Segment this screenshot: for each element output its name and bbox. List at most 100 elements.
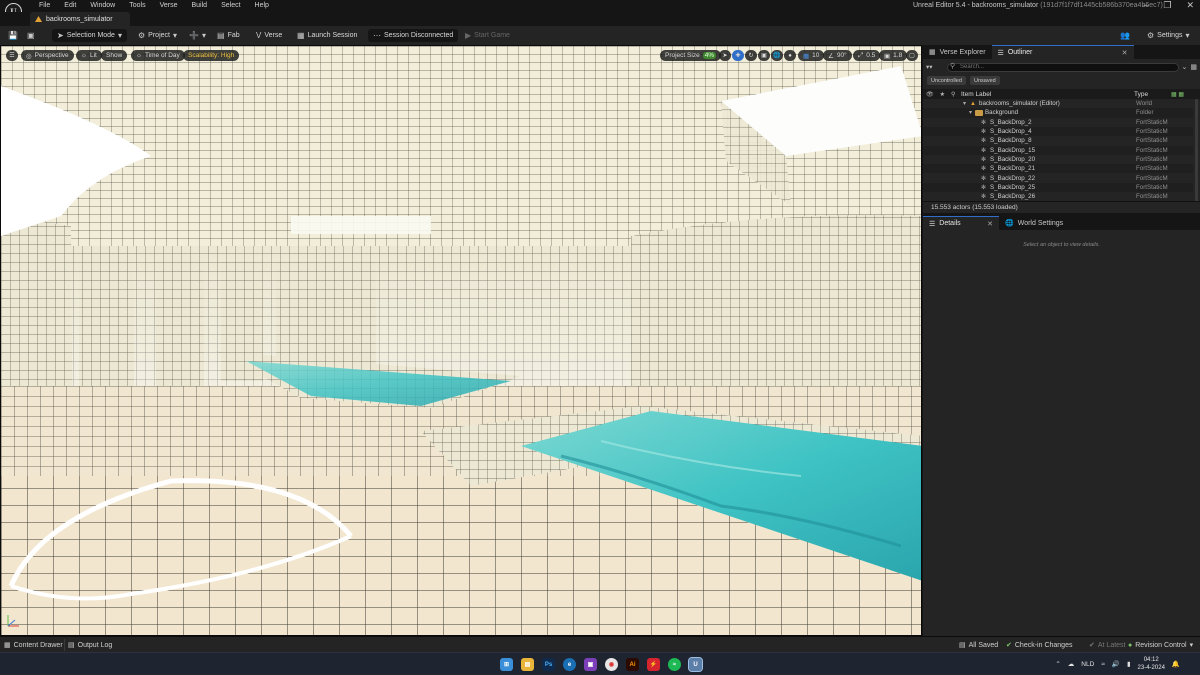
visibility-icon[interactable]: 👁 (926, 91, 934, 98)
menu-select[interactable]: Select (214, 1, 247, 11)
list-item[interactable]: ✻ S_BackDrop_22 FortStaticM (923, 173, 1193, 182)
list-item[interactable]: ✻ S_BackDrop_20 FortStaticM (923, 155, 1193, 164)
star-icon[interactable]: ★ (940, 91, 945, 98)
camera-speed-button[interactable]: ▣ 1.8 (879, 50, 908, 61)
volume-icon[interactable]: 🔊 (1112, 660, 1120, 668)
column-type[interactable]: Type (1134, 91, 1148, 98)
collaborators-button[interactable]: 👥 (1115, 29, 1135, 42)
scale-snap-button[interactable]: ⤢ 0.5 (853, 50, 881, 61)
expand-arrow-icon[interactable]: ▾ (963, 100, 966, 107)
close-icon[interactable]: ✕ (1186, 0, 1194, 11)
viewport-scene[interactable] (1, 46, 922, 636)
unreal-editor-icon[interactable]: U (688, 657, 703, 672)
select-mode-icon[interactable]: ➤ (719, 50, 731, 61)
menu-edit[interactable]: Edit (57, 1, 83, 11)
tab-outliner[interactable]: ☰ Outliner ✕ (991, 45, 1134, 59)
menu-tools[interactable]: Tools (122, 1, 152, 11)
minimize-icon[interactable]: – (1143, 0, 1148, 11)
session-status[interactable]: ⋯ Session Disconnected (368, 29, 458, 42)
translate-icon[interactable]: ✚ (732, 50, 744, 61)
app-icon[interactable]: ⚡ (647, 658, 660, 671)
tab-world-settings[interactable]: 🌐 World Settings (999, 216, 1069, 230)
list-item[interactable]: ▾ ▲ backrooms_simulator (Editor) World (923, 99, 1193, 108)
list-item[interactable]: ▾ Background Folder (923, 108, 1193, 118)
menu-verse[interactable]: Verse (153, 1, 185, 11)
chrome-icon[interactable]: ◉ (605, 658, 618, 671)
filter-uncontrolled[interactable]: Uncontrolled (927, 76, 966, 85)
illustrator-icon[interactable]: Ai (626, 658, 639, 671)
output-log-button[interactable]: ▤ Output Log (68, 640, 112, 650)
menu-build[interactable]: Build (185, 1, 215, 11)
tab-level[interactable]: backrooms_simulator (30, 12, 130, 26)
maximize-viewport-icon[interactable]: ▢ (906, 50, 918, 61)
revision-control-button[interactable]: ● Revision Control ▾ (1128, 640, 1193, 650)
spotify-icon[interactable]: ≈ (668, 658, 681, 671)
clock[interactable]: 04:12 23-4-2024 (1138, 656, 1165, 672)
all-saved-button[interactable]: ▤ All Saved (959, 640, 998, 650)
start-game-button[interactable]: ▶ Start Game (460, 29, 515, 42)
chevron-down-icon[interactable]: ⌄ (1182, 63, 1188, 71)
content-browser-icon[interactable]: ▣ (22, 29, 40, 42)
surface-snap-icon[interactable]: ● (784, 50, 796, 61)
list-item[interactable]: ✻ S_BackDrop_8 FortStaticM (923, 136, 1193, 145)
project-button[interactable]: ⚙ Project ▾ (133, 29, 182, 42)
selection-mode-button[interactable]: ➤ Selection Mode ▾ (52, 29, 127, 42)
tab-details[interactable]: ☰ Details ✕ (923, 216, 999, 230)
tab-verse-explorer[interactable]: ▦ Verse Explorer (923, 45, 992, 59)
chevron-up-icon[interactable]: ⌃ (1055, 660, 1060, 668)
windows-start-icon[interactable]: ⊞ (500, 658, 513, 671)
filter-unsaved[interactable]: Unsaved (970, 76, 1000, 85)
time-of-day-button[interactable]: ☼ Time of Day (131, 50, 185, 61)
outliner-scrollbar[interactable] (1195, 99, 1198, 209)
add-actor-button[interactable]: ➕ ▾ (184, 29, 211, 42)
photoshop-icon[interactable]: Ps (542, 658, 555, 671)
project-size-indicator[interactable]: Project Size 4% (660, 50, 722, 61)
rotation-snap-button[interactable]: ∠ 90° (823, 50, 852, 61)
notification-bell-icon[interactable]: 🔔 (1172, 660, 1180, 668)
menu-window[interactable]: Window (83, 1, 122, 11)
outliner-settings-icon[interactable]: ▦ (1190, 63, 1197, 71)
close-icon[interactable]: ✕ (987, 220, 993, 228)
save-icon[interactable]: 💾 (3, 29, 23, 42)
lit-button[interactable]: ☼ Lit (76, 50, 102, 61)
pin-icon[interactable]: ⚲ (951, 91, 955, 98)
list-item[interactable]: ✻ S_BackDrop_26 FortStaticM (923, 192, 1193, 201)
maximize-icon[interactable]: ❐ (1163, 0, 1171, 11)
content-drawer-button[interactable]: ▦ Content Drawer (4, 640, 63, 650)
viewport-menu-icon[interactable]: ☰ (6, 50, 18, 61)
file-explorer-icon[interactable]: ▤ (521, 658, 534, 671)
language-indicator[interactable]: NLD (1081, 661, 1094, 668)
settings-button[interactable]: ⚙ Settings ▾ (1142, 29, 1194, 42)
verse-button[interactable]: V Verse (251, 29, 287, 42)
launch-session-button[interactable]: ▦ Launch Session (292, 29, 362, 42)
world-local-icon[interactable]: 🌐 (771, 50, 783, 61)
scalability-button[interactable]: Scalability: High (183, 50, 240, 61)
list-item[interactable]: ✻ S_BackDrop_15 FortStaticM (923, 145, 1193, 155)
cloud-icon[interactable]: ☁ (1068, 660, 1075, 668)
expand-arrow-icon[interactable]: ▾ (969, 109, 972, 116)
fab-button[interactable]: ▤ Fab (212, 29, 245, 42)
battery-icon[interactable]: ▮ (1127, 660, 1131, 668)
app-icon[interactable]: ▣ (584, 658, 597, 671)
at-latest-indicator[interactable]: ✔ At Latest (1089, 640, 1126, 650)
edge-icon[interactable]: e (563, 658, 576, 671)
level-viewport[interactable]: ☰ ◎ Perspective ☼ Lit Show ☼ Time of Day… (0, 45, 922, 636)
list-item[interactable]: ✻ S_BackDrop_21 FortStaticM (923, 164, 1193, 174)
outliner-search-input[interactable] (947, 62, 1179, 72)
grid-snap-button[interactable]: ▦ 10 (798, 50, 825, 61)
close-icon[interactable]: ✕ (1122, 49, 1128, 57)
wifi-icon[interactable]: ≈ (1101, 661, 1105, 668)
list-item[interactable]: ✻ S_BackDrop_2 FortStaticM (923, 118, 1193, 127)
menu-help[interactable]: Help (248, 1, 276, 11)
filter-button[interactable]: ▾▾ (926, 63, 944, 72)
list-item[interactable]: ✻ S_BackDrop_4 FortStaticM (923, 126, 1193, 137)
list-item[interactable]: ✻ S_BackDrop_25 FortStaticM (923, 182, 1193, 192)
column-item-label[interactable]: Item Label (961, 91, 991, 98)
add-column-icon[interactable]: ▦ ▦ (1171, 91, 1184, 98)
check-in-button[interactable]: ✔ Check-in Changes (1006, 640, 1072, 650)
perspective-button[interactable]: ◎ Perspective (21, 50, 74, 61)
rotate-icon[interactable]: ↻ (745, 50, 757, 61)
scale-icon[interactable]: ▣ (758, 50, 770, 61)
menu-file[interactable]: File (32, 1, 57, 11)
show-button[interactable]: Show (101, 50, 128, 61)
